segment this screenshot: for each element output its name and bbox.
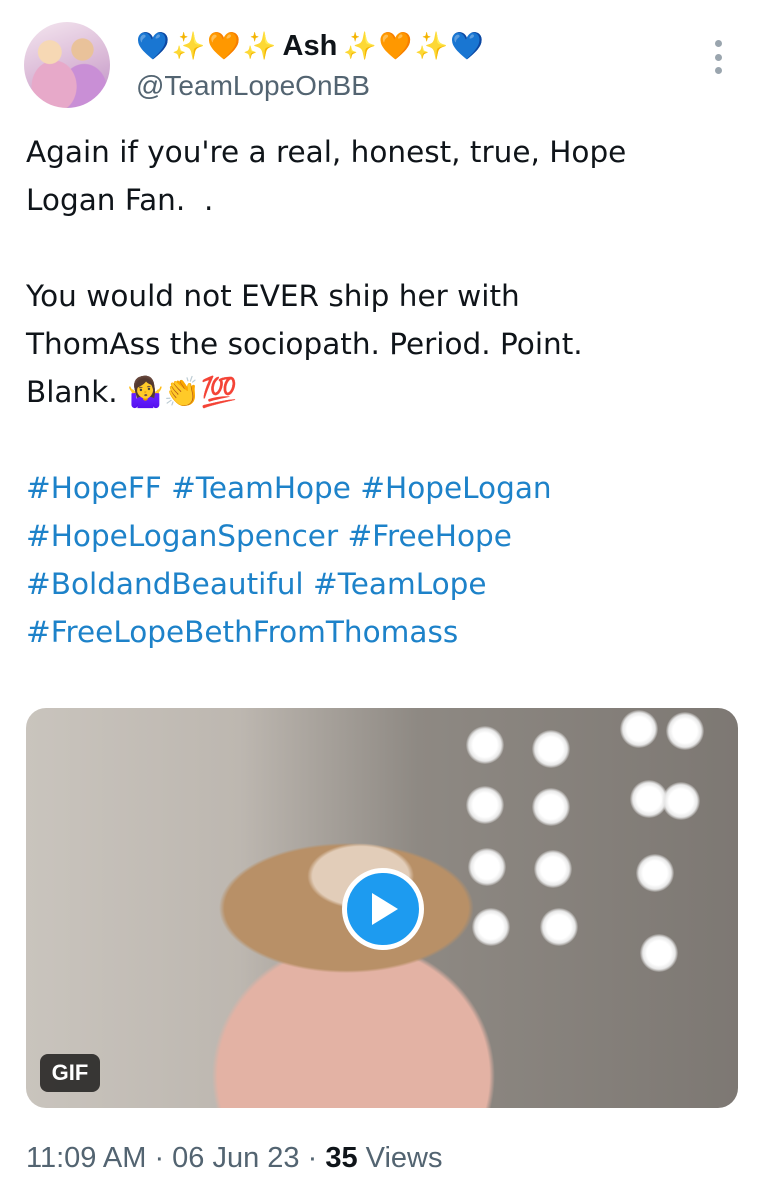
hashtag-block: #HopeFF #TeamHope #HopeLogan #HopeLoganS… (26, 464, 736, 656)
sparkles-emoji: ✨ (414, 30, 449, 62)
hashtag-line[interactable]: #BoldandBeautiful #TeamLope (26, 560, 736, 608)
hashtag-line[interactable]: #HopeLoganSpencer #FreeHope (26, 512, 736, 560)
mirror-light (620, 710, 658, 748)
user-handle[interactable]: @TeamLopeOnBB (136, 70, 370, 102)
more-dot (714, 53, 722, 61)
more-options-icon[interactable] (704, 40, 732, 74)
sparkles-emoji: ✨ (242, 30, 277, 62)
play-button[interactable] (342, 868, 424, 950)
mirror-light (540, 908, 578, 946)
avatar[interactable] (24, 22, 110, 108)
tweet-text: Again if you're a real, honest, true, Ho… (26, 128, 736, 656)
tweet-header: 💙 ✨ 🧡 ✨ Ash ✨ 🧡 ✨ 💙 @TeamLopeOnBB (0, 0, 761, 120)
mirror-light (472, 908, 510, 946)
display-name-row[interactable]: 💙 ✨ 🧡 ✨ Ash ✨ 🧡 ✨ 💙 (136, 26, 484, 66)
tweet-meta: 11:09 AM · 06 Jun 23 · 35 Views (26, 1138, 443, 1178)
tweet-date[interactable]: 06 Jun 23 (172, 1142, 299, 1175)
orange-heart-emoji: 🧡 (207, 30, 241, 62)
mirror-light (466, 786, 504, 824)
meta-separator: · (299, 1141, 326, 1174)
mirror-light (532, 788, 570, 826)
more-dot (714, 40, 722, 47)
display-name[interactable]: Ash (283, 30, 338, 63)
mirror-light (466, 726, 504, 764)
views-count[interactable]: 35 (325, 1142, 357, 1175)
mirror-light (532, 730, 570, 768)
orange-heart-emoji: 🧡 (378, 30, 413, 62)
meta-separator: · (146, 1141, 173, 1174)
mirror-light (534, 850, 572, 888)
sparkles-emoji: ✨ (171, 30, 206, 62)
mirror-light (640, 934, 678, 972)
gif-media[interactable]: GIF (26, 708, 738, 1108)
tweet-paragraph-2: You would not EVER ship her with ThomAss… (26, 279, 583, 409)
blue-heart-emoji: 💙 (136, 30, 170, 62)
mirror-light (468, 848, 506, 886)
more-dot (714, 67, 722, 74)
blue-heart-emoji: 💙 (450, 30, 484, 62)
hashtag-line[interactable]: #HopeFF #TeamHope #HopeLogan (26, 464, 736, 512)
mirror-light (666, 712, 704, 750)
hashtag-line[interactable]: #FreeLopeBethFromThomass (26, 608, 736, 656)
mirror-light (662, 782, 700, 820)
tweet-time[interactable]: 11:09 AM (26, 1142, 146, 1175)
play-icon (372, 893, 398, 925)
sparkles-emoji: ✨ (343, 30, 377, 62)
views-label: Views (357, 1141, 443, 1174)
gif-badge: GIF (40, 1054, 100, 1092)
mirror-light (636, 854, 674, 892)
tweet-paragraph-1: Again if you're a real, honest, true, Ho… (26, 135, 627, 217)
